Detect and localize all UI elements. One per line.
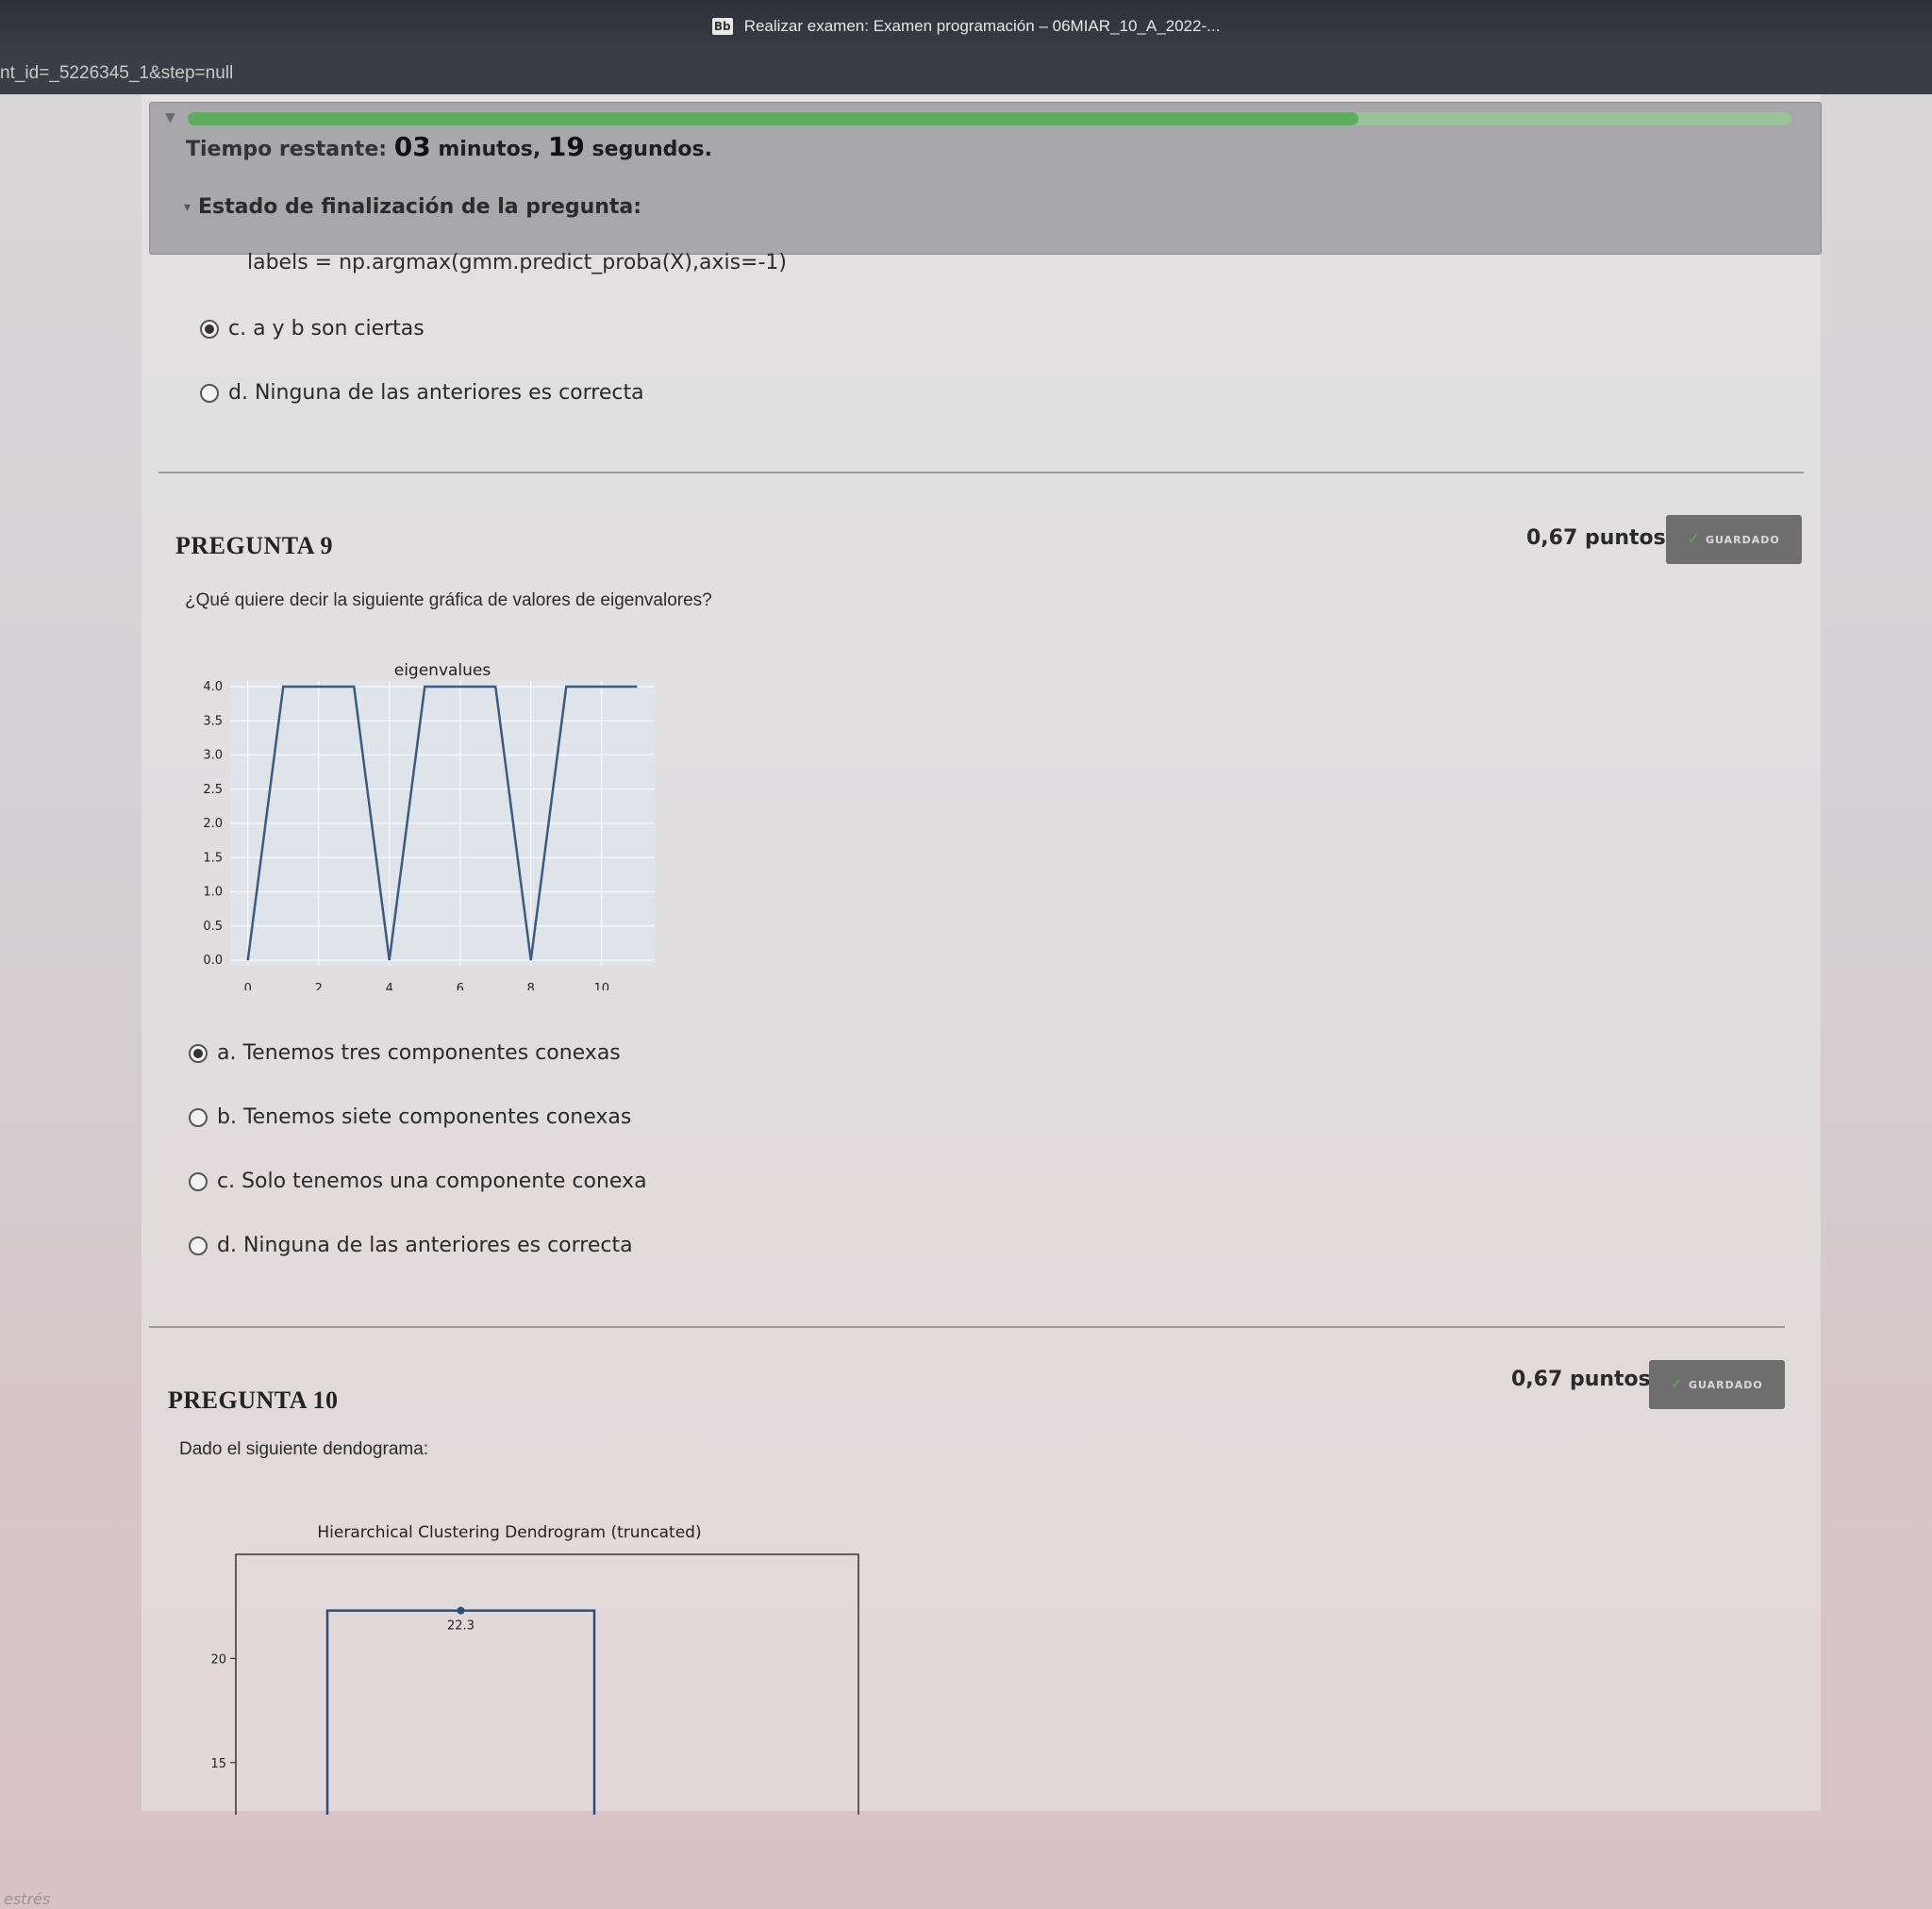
- y-tick-label: 20: [210, 1652, 226, 1667]
- eigenvalue-point: [636, 686, 638, 688]
- saved-label: GUARDADO: [1689, 1378, 1763, 1391]
- completion-status-toggle[interactable]: ▾ Estado de finalización de la pregunta:: [184, 195, 641, 219]
- option-label: c. Solo tenemos una componente conexa: [217, 1170, 647, 1193]
- dendrogram-chart: Hierarchical Clustering Dendrogram (trun…: [189, 1515, 868, 1817]
- x-tick-label: 0: [244, 982, 252, 990]
- x-tick-label: 10: [593, 982, 609, 990]
- q9-option-c[interactable]: c. Solo tenemos una componente conexa: [189, 1170, 647, 1193]
- chevron-down-icon: ▾: [184, 199, 192, 215]
- y-tick-label: 0.0: [203, 954, 223, 968]
- time-remaining-label: Tiempo restante:: [186, 138, 388, 161]
- eigenvalue-point: [318, 686, 320, 688]
- question-9-points: 0,67 puntos: [1526, 526, 1666, 550]
- eigenvalue-point: [494, 686, 496, 688]
- y-tick-label: 15: [210, 1757, 226, 1771]
- radio-button[interactable]: [189, 1107, 208, 1127]
- question-divider: [149, 1326, 1785, 1328]
- footer-partial-text: estrés: [4, 1890, 51, 1908]
- saved-label: GUARDADO: [1706, 533, 1780, 546]
- plot-frame: [235, 1553, 859, 1815]
- q9-option-b[interactable]: b. Tenemos siete componentes conexas: [189, 1105, 631, 1129]
- radio-button[interactable]: [189, 1236, 208, 1255]
- radio-button[interactable]: [200, 383, 219, 403]
- y-tick-label: 2.0: [203, 817, 223, 831]
- question-9-text: ¿Qué quiere decir la siguiente gráfica d…: [185, 590, 712, 610]
- eigenvalue-point: [353, 686, 355, 688]
- question-divider: [158, 472, 1804, 473]
- option-label: c. a y b son ciertas: [228, 317, 425, 340]
- x-tick-label: 4: [386, 982, 393, 990]
- radio-button[interactable]: [189, 1043, 208, 1063]
- blackboard-icon: Bb: [711, 18, 733, 35]
- browser-title-bar: Bb Realizar examen: Examen programación …: [0, 0, 1932, 53]
- check-icon: ✓: [1688, 532, 1700, 547]
- eigenvalues-chart: eigenvalues 0.0 0.5 1.0 1.5 2.0 2.5 3.0 3.5 4.0 0 2…: [185, 656, 666, 990]
- y-tick-label: 3.0: [203, 749, 223, 763]
- chart-title: eigenvalues: [394, 661, 491, 680]
- radio-button[interactable]: [200, 319, 219, 339]
- merge-height-label: 22.3: [447, 1619, 475, 1634]
- question-10-points: 0,67 puntos: [1511, 1368, 1651, 1391]
- option-label: d. Ninguna de las anteriores es correcta: [217, 1234, 633, 1257]
- eigenvalue-point: [459, 686, 461, 688]
- eigenvalues-chart-svg: eigenvalues 0.0 0.5 1.0 1.5 2.0 2.5 3.0 3.5 4.0 0 2…: [203, 661, 655, 990]
- dendrogram-chart-svg: Hierarchical Clustering Dendrogram (trun…: [210, 1523, 859, 1815]
- time-remaining: Tiempo restante: 03 minutos, 19 segundos…: [186, 131, 712, 162]
- collapse-triangle-icon[interactable]: ▼: [165, 110, 175, 125]
- option-label: b. Tenemos siete componentes conexas: [217, 1105, 632, 1129]
- question-9-saved-status: ✓ GUARDADO: [1666, 515, 1802, 564]
- address-bar[interactable]: nt_id=_5226345_1&step=null: [0, 53, 1932, 94]
- y-tick-label: 3.5: [203, 714, 223, 728]
- check-icon: ✓: [1671, 1377, 1683, 1392]
- x-tick-label: 6: [457, 982, 464, 990]
- y-tick-label: 4.0: [203, 680, 223, 694]
- merge-point: [457, 1606, 465, 1615]
- prev-option-d[interactable]: d. Ninguna de las anteriores es correcta: [200, 381, 644, 405]
- completion-status-label: Estado de finalización de la pregunta:: [198, 195, 642, 219]
- time-progress-bar: [188, 112, 1791, 125]
- eigenvalue-point: [282, 686, 284, 688]
- eigenvalue-point: [601, 686, 603, 688]
- q9-option-a[interactable]: a. Tenemos tres componentes conexas: [189, 1041, 621, 1065]
- eigenvalue-point: [247, 959, 249, 961]
- radio-button[interactable]: [189, 1171, 208, 1191]
- exam-status-panel: ▼ Tiempo restante: 03 minutos, 19 segund…: [149, 102, 1822, 255]
- chart-title: Hierarchical Clustering Dendrogram (trun…: [317, 1523, 701, 1542]
- option-label: a. Tenemos tres componentes conexas: [217, 1041, 621, 1065]
- y-tick-label: 1.0: [203, 886, 223, 900]
- q9-option-d[interactable]: d. Ninguna de las anteriores es correcta: [189, 1234, 633, 1257]
- prev-option-c[interactable]: c. a y b son ciertas: [200, 317, 425, 340]
- y-tick-label: 0.5: [203, 920, 223, 934]
- dendrogram-link: [325, 1609, 596, 1815]
- eigenvalue-point: [565, 686, 567, 688]
- minutes-unit: minutos,: [438, 138, 541, 161]
- window-title: Realizar examen: Examen programación – 0…: [743, 17, 1221, 35]
- option-label: d. Ninguna de las anteriores es correcta: [228, 381, 644, 405]
- url-text: nt_id=_5226345_1&step=null: [0, 63, 234, 83]
- time-progress-fill: [188, 112, 1358, 125]
- question-10-title: PREGUNTA 10: [168, 1386, 339, 1414]
- eigenvalue-point: [389, 959, 391, 961]
- seconds-unit: segundos.: [591, 138, 712, 161]
- seconds-value: 19: [547, 131, 585, 162]
- y-tick-label: 1.5: [203, 851, 223, 865]
- x-tick-label: 8: [527, 982, 535, 990]
- question-10-saved-status: ✓ GUARDADO: [1649, 1360, 1785, 1409]
- question-10-text: Dado el siguiente dendograma:: [179, 1439, 429, 1459]
- minutes-value: 03: [393, 131, 431, 162]
- code-snippet: labels = np.argmax(gmm.predict_proba(X),…: [247, 251, 787, 274]
- y-tick-label: 2.5: [203, 783, 223, 797]
- screen: Bb Realizar examen: Examen programación …: [0, 0, 1932, 1909]
- question-9-title: PREGUNTA 9: [175, 532, 334, 559]
- x-tick-label: 2: [315, 982, 323, 990]
- eigenvalue-point: [530, 959, 532, 961]
